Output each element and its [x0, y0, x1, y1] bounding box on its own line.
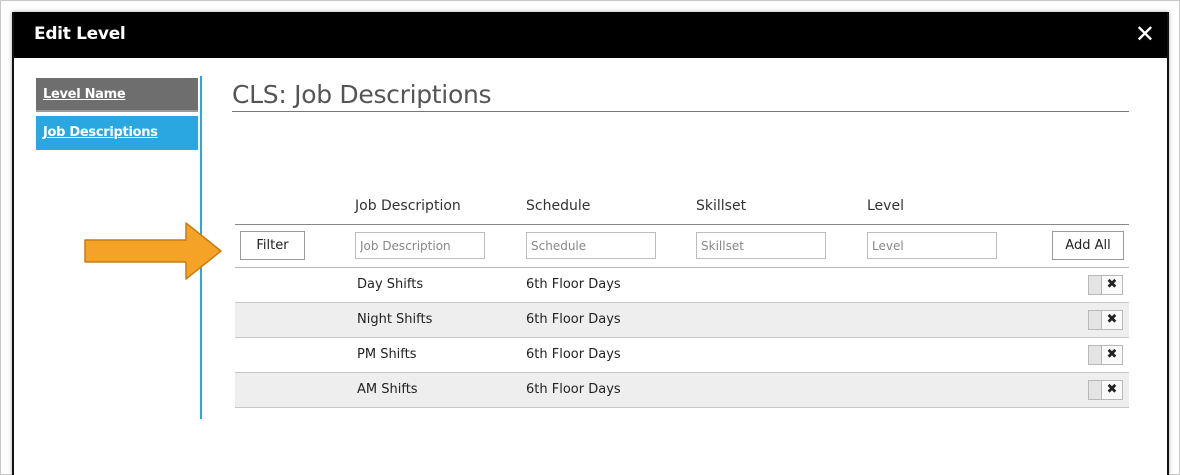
page-title: CLS: Job Descriptions — [232, 80, 492, 109]
header-schedule: Schedule — [526, 198, 591, 214]
level-filter-input[interactable] — [867, 232, 997, 259]
sidebar-nav: Level Name Job Descriptions — [36, 78, 198, 154]
cell-job-description: Day Shifts — [357, 277, 424, 292]
cell-schedule: 6th Floor Days — [526, 382, 621, 397]
delete-icon[interactable]: ✖ — [1101, 276, 1122, 294]
delete-icon[interactable]: ✖ — [1101, 381, 1122, 399]
row-action: ✖ — [1088, 345, 1123, 365]
grid-header: Job Description Schedule Skillset Level — [235, 192, 1129, 224]
add-all-button[interactable]: Add All — [1052, 231, 1124, 260]
row-action: ✖ — [1088, 275, 1123, 295]
table-row: PM Shifts 6th Floor Days ✖ — [235, 338, 1129, 373]
cell-schedule: 6th Floor Days — [526, 277, 621, 292]
dialog-title: Edit Level — [34, 24, 126, 44]
title-divider — [232, 111, 1129, 112]
job-description-filter-input[interactable] — [355, 232, 485, 259]
delete-icon[interactable]: ✖ — [1101, 311, 1122, 329]
skillset-filter-input[interactable] — [696, 232, 826, 259]
cell-job-description: PM Shifts — [357, 347, 417, 362]
cell-schedule: 6th Floor Days — [526, 347, 621, 362]
row-action: ✖ — [1088, 310, 1123, 330]
table-row: Day Shifts 6th Floor Days ✖ — [235, 268, 1129, 303]
dialog-titlebar: Edit Level ✕ — [14, 12, 1167, 58]
cell-schedule: 6th Floor Days — [526, 312, 621, 327]
schedule-filter-input[interactable] — [526, 232, 656, 259]
close-icon[interactable]: ✕ — [1135, 20, 1155, 48]
table-row: AM Shifts 6th Floor Days ✖ — [235, 373, 1129, 408]
job-descriptions-grid: Job Description Schedule Skillset Level … — [235, 192, 1129, 408]
delete-icon[interactable]: ✖ — [1101, 346, 1122, 364]
header-skillset: Skillset — [696, 198, 747, 214]
header-job-description: Job Description — [355, 198, 461, 214]
table-row: Night Shifts 6th Floor Days ✖ — [235, 303, 1129, 338]
row-action: ✖ — [1088, 380, 1123, 400]
header-level: Level — [867, 198, 904, 214]
filter-button[interactable]: Filter — [240, 231, 305, 260]
filter-row: Filter Add All — [235, 224, 1129, 268]
sidebar-item-job-descriptions[interactable]: Job Descriptions — [36, 116, 198, 150]
arrow-right-icon — [84, 222, 222, 280]
cell-job-description: Night Shifts — [357, 312, 433, 327]
cell-job-description: AM Shifts — [357, 382, 418, 397]
sidebar-item-level-name[interactable]: Level Name — [36, 78, 198, 112]
